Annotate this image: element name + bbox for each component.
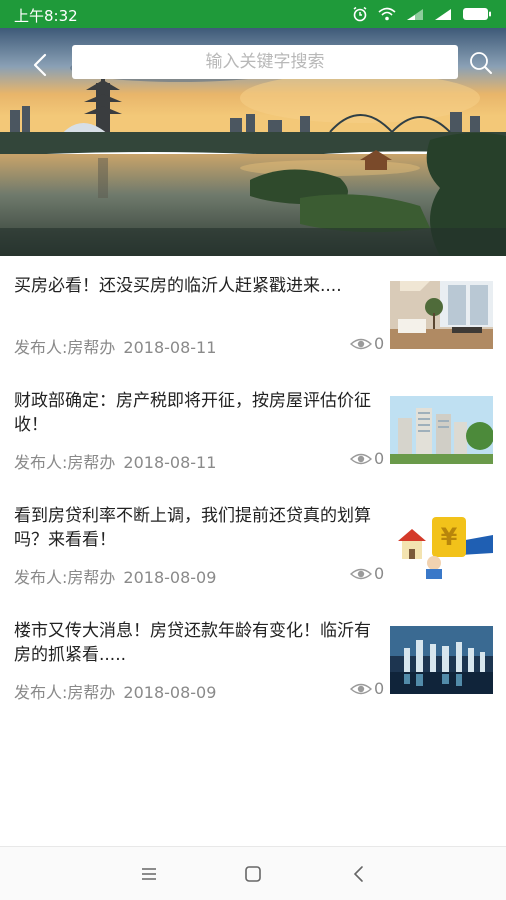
svg-text:¥: ¥ [441, 523, 458, 551]
search-icon[interactable] [468, 50, 494, 76]
news-thumbnail[interactable] [390, 396, 493, 464]
signal-icon [434, 8, 452, 21]
news-list: 买房必看！还没买房的临沂人赶紧戳进来.... 发布人:房帮办 2018-08-11… [0, 256, 506, 716]
news-item[interactable]: 财政部确定：房产税即将开征，按房屋评估价征收！ 发布人:房帮办 2018-08-1… [0, 371, 506, 486]
view-count: 0 [350, 334, 384, 353]
view-count-value: 0 [374, 564, 385, 583]
news-title[interactable]: 看到房贷利率不断上调，我们提前还贷真的划算吗？来看看！ [14, 504, 382, 552]
alarm-icon [352, 6, 368, 22]
view-count: 0 [350, 449, 384, 468]
signal-icon [406, 8, 424, 21]
view-count-value: 0 [374, 334, 385, 353]
news-publisher: 发布人:房帮办 [14, 683, 116, 702]
status-bar: 上午8:32 [0, 0, 506, 28]
search-box[interactable] [72, 45, 458, 79]
news-title[interactable]: 楼市又传大消息！房贷还款年龄有变化！临沂有房的抓紧看..... [14, 619, 382, 667]
news-publisher: 发布人:房帮办 [14, 338, 116, 357]
back-triangle-icon[interactable] [346, 861, 372, 887]
news-thumbnail[interactable]: ¥ [390, 511, 493, 579]
system-nav-bar [0, 846, 506, 900]
view-count: 0 [350, 679, 384, 698]
news-meta: 发布人:房帮办 2018-08-11 [14, 334, 216, 358]
eye-icon [350, 683, 372, 694]
news-date: 2018-08-11 [123, 338, 217, 357]
battery-icon [462, 7, 492, 21]
news-meta: 发布人:房帮办 2018-08-09 [14, 564, 216, 588]
search-input[interactable] [72, 45, 458, 79]
view-count-value: 0 [374, 679, 385, 698]
eye-icon [350, 338, 372, 349]
back-arrow-icon[interactable] [24, 48, 58, 82]
eye-icon [350, 568, 372, 579]
news-meta: 发布人:房帮办 2018-08-09 [14, 679, 216, 703]
home-square-icon[interactable] [240, 861, 266, 887]
eye-icon [350, 453, 372, 464]
news-date: 2018-08-09 [123, 683, 217, 702]
status-time: 上午8:32 [14, 7, 78, 25]
news-thumbnail[interactable] [390, 626, 493, 694]
news-meta: 发布人:房帮办 2018-08-11 [14, 449, 216, 473]
news-thumbnail[interactable] [390, 281, 493, 349]
news-item[interactable]: 买房必看！还没买房的临沂人赶紧戳进来.... 发布人:房帮办 2018-08-11… [0, 256, 506, 371]
news-date: 2018-08-09 [123, 568, 217, 587]
news-publisher: 发布人:房帮办 [14, 453, 116, 472]
view-count-value: 0 [374, 449, 385, 468]
news-publisher: 发布人:房帮办 [14, 568, 116, 587]
status-icons [352, 6, 492, 22]
news-title[interactable]: 买房必看！还没买房的临沂人赶紧戳进来.... [14, 274, 382, 298]
menu-icon[interactable] [136, 861, 162, 887]
news-date: 2018-08-11 [123, 453, 217, 472]
news-title[interactable]: 财政部确定：房产税即将开征，按房屋评估价征收！ [14, 389, 382, 437]
wifi-icon [378, 7, 396, 21]
news-item[interactable]: 看到房贷利率不断上调，我们提前还贷真的划算吗？来看看！ 发布人:房帮办 2018-… [0, 486, 506, 601]
view-count: 0 [350, 564, 384, 583]
news-item[interactable]: 楼市又传大消息！房贷还款年龄有变化！临沂有房的抓紧看..... 发布人:房帮办 2… [0, 601, 506, 716]
